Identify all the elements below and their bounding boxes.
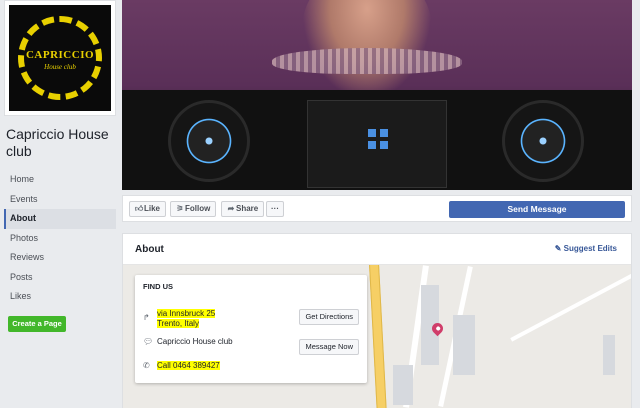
send-message-button[interactable]: Send Message bbox=[449, 201, 625, 218]
address: via Innsbruck 25 Trento, Italy bbox=[157, 309, 216, 329]
phone-text: Call 0464 389427 bbox=[157, 361, 220, 370]
about-heading: About bbox=[135, 244, 164, 255]
nav-item-posts[interactable]: Posts bbox=[4, 268, 116, 288]
follow-button[interactable]: ⚞Follow bbox=[170, 201, 217, 217]
follow-label: Follow bbox=[185, 204, 211, 213]
cover-photo[interactable] bbox=[122, 0, 632, 190]
find-us-page-name: Capriccio House club bbox=[157, 337, 233, 346]
create-page-button[interactable]: Create a Page bbox=[8, 316, 66, 332]
map-building bbox=[393, 365, 413, 405]
about-card: About ✎ Suggest Edits FIND US ↱ via Inns… bbox=[122, 233, 632, 408]
nav-item-likes[interactable]: Likes bbox=[4, 287, 116, 307]
nav-item-reviews[interactable]: Reviews bbox=[4, 248, 116, 268]
map-road bbox=[510, 272, 631, 342]
map-building bbox=[603, 335, 615, 375]
suggest-edits-label: Suggest Edits bbox=[563, 244, 617, 253]
mixer-light bbox=[380, 129, 388, 137]
profile-picture[interactable]: CAPRICCIO House club bbox=[4, 0, 116, 116]
pencil-icon: ✎ bbox=[554, 244, 564, 253]
address-line-2: Trento, Italy bbox=[157, 319, 199, 328]
page-nav: Home Events About Photos Reviews Posts L… bbox=[4, 170, 116, 307]
map-highway bbox=[368, 265, 388, 408]
left-sidebar: CAPRICCIO House club Capriccio House clu… bbox=[0, 0, 116, 408]
suggest-edits-link[interactable]: ✎ Suggest Edits bbox=[555, 244, 617, 253]
logo-main-text: CAPRICCIO bbox=[25, 49, 95, 61]
like-label: Like bbox=[144, 204, 161, 213]
like-button[interactable]: 👍︎Like bbox=[129, 201, 167, 217]
club-logo: CAPRICCIO House club bbox=[9, 5, 111, 111]
share-label: Share bbox=[236, 204, 259, 213]
logo-sub-text: House club bbox=[44, 63, 76, 71]
nav-item-about[interactable]: About bbox=[4, 209, 116, 229]
nav-item-home[interactable]: Home bbox=[4, 170, 116, 190]
get-directions-button[interactable]: Get Directions bbox=[299, 309, 359, 325]
dj-mixer bbox=[307, 100, 447, 188]
share-button[interactable]: ➦ Share bbox=[221, 201, 265, 217]
rss-icon: ⚞ bbox=[176, 204, 184, 213]
page-name[interactable]: Capriccio House club bbox=[6, 126, 114, 160]
cover-belt bbox=[272, 48, 462, 74]
share-arrow-icon: ➦ bbox=[227, 204, 235, 213]
directions-arrow-icon: ↱ bbox=[143, 313, 150, 322]
message-now-button[interactable]: Message Now bbox=[299, 339, 359, 355]
mixer-light bbox=[368, 129, 376, 137]
page-action-bar: 👍︎Like ⚞Follow ➦ Share ··· Send Message bbox=[122, 195, 632, 222]
thumbs-up-icon: 👍︎ bbox=[134, 204, 144, 213]
map-building bbox=[453, 315, 475, 375]
mixer-light bbox=[368, 141, 376, 149]
location-map[interactable]: FIND US ↱ via Innsbruck 25 Trento, Italy… bbox=[123, 265, 631, 408]
more-options-button[interactable]: ··· bbox=[266, 201, 284, 217]
address-line-1: via Innsbruck 25 bbox=[157, 309, 216, 318]
left-turntable bbox=[168, 100, 250, 182]
phone-icon: ✆ bbox=[143, 361, 150, 370]
mixer-light bbox=[380, 141, 388, 149]
right-turntable bbox=[502, 100, 584, 182]
find-us-title: FIND US bbox=[143, 282, 173, 291]
nav-item-events[interactable]: Events bbox=[4, 190, 116, 210]
find-us-panel: FIND US ↱ via Innsbruck 25 Trento, Italy… bbox=[135, 275, 367, 383]
messenger-icon: 💬︎ bbox=[143, 337, 154, 346]
nav-item-photos[interactable]: Photos bbox=[4, 229, 116, 249]
phone-number[interactable]: Call 0464 389427 bbox=[157, 361, 220, 370]
